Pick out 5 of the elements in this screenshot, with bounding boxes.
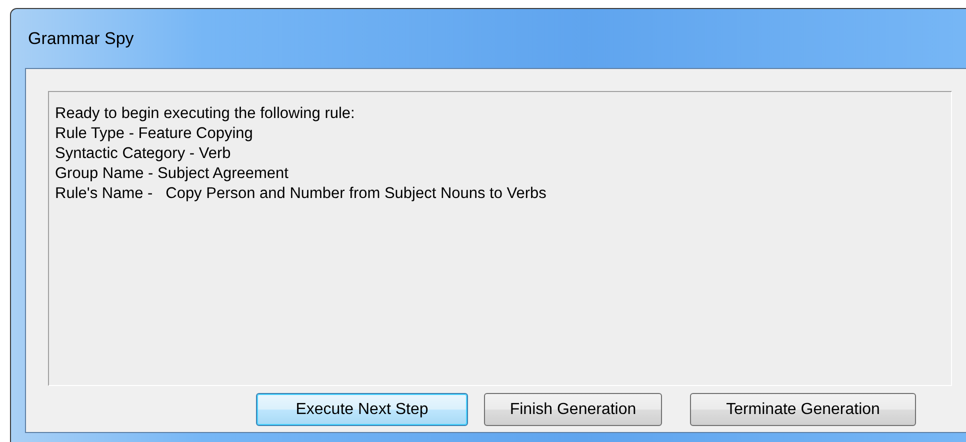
default-button[interactable]: Execute Next Step	[256, 393, 468, 426]
button[interactable]: Finish Generation	[484, 393, 662, 426]
button[interactable]: Terminate Generation	[690, 393, 916, 426]
window-title: Grammar Spy	[28, 28, 134, 48]
message-box: Ready to begin executing the following rule: Rule Type - Feature Copying Syntactic Category - Verb Group Name - Subject Agreement Rule's Name - Copy Person and Number from Subject Nouns to Verbs	[48, 91, 952, 386]
